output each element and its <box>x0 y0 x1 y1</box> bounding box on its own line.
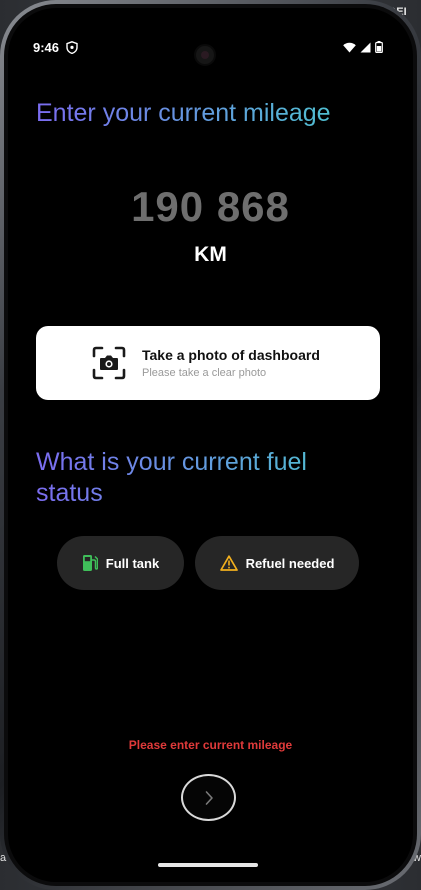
full-tank-button[interactable]: Full tank <box>57 536 184 590</box>
mileage-unit: KM <box>194 243 227 266</box>
status-bar: 9:46 <box>8 38 413 66</box>
warning-icon <box>219 555 238 571</box>
phone-bezel: 9:46 Enter your current mileage 190 868 … <box>4 4 417 886</box>
refuel-needed-button[interactable]: Refuel needed <box>195 536 359 590</box>
status-time: 9:46 <box>33 40 60 55</box>
fuel-heading: What is your current fuel status <box>36 447 336 509</box>
phone-frame: 9:46 Enter your current mileage 190 868 … <box>0 0 421 890</box>
battery-icon <box>375 41 383 53</box>
fuel-pump-icon <box>82 555 98 571</box>
status-icons <box>343 41 383 53</box>
home-indicator[interactable] <box>158 863 258 867</box>
camera-icon <box>92 346 126 380</box>
validation-error: Please enter current mileage <box>128 738 293 752</box>
mileage-heading: Enter your current mileage <box>36 98 336 129</box>
photo-card-title: Take a photo of dashboard <box>142 347 320 363</box>
wifi-icon <box>343 42 356 52</box>
shield-icon <box>66 41 78 54</box>
mileage-input[interactable]: 190 868 <box>8 183 413 231</box>
app-screen: 9:46 Enter your current mileage 190 868 … <box>8 8 413 882</box>
take-photo-button[interactable]: Take a photo of dashboard Please take a … <box>36 326 380 400</box>
full-tank-label: Full tank <box>105 555 160 571</box>
next-button[interactable] <box>181 774 236 821</box>
chevron-right-icon <box>205 790 213 805</box>
signal-icon <box>360 42 371 52</box>
photo-card-subtitle: Please take a clear photo <box>142 367 267 379</box>
front-camera <box>194 44 216 66</box>
refuel-needed-label: Refuel needed <box>245 555 335 571</box>
